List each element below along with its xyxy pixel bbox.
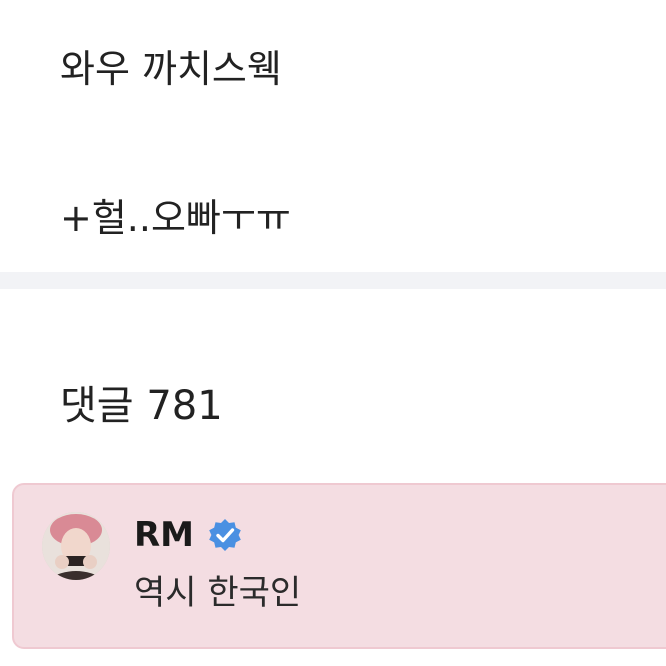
comment-author-name[interactable]: RM bbox=[134, 513, 194, 557]
comment-item-highlighted[interactable]: RM 역시 한국인 bbox=[12, 483, 666, 649]
post-text-line-2: +헐..오빠ㅜㅠ bbox=[60, 196, 291, 240]
section-divider bbox=[0, 272, 666, 289]
post-text-line-1: 와우 까치스웩 bbox=[60, 47, 282, 91]
avatar[interactable] bbox=[42, 512, 110, 580]
comments-count-header: 댓글 781 bbox=[60, 383, 223, 429]
comment-text: 역시 한국인 bbox=[134, 573, 302, 613]
verified-badge-icon bbox=[209, 519, 241, 551]
